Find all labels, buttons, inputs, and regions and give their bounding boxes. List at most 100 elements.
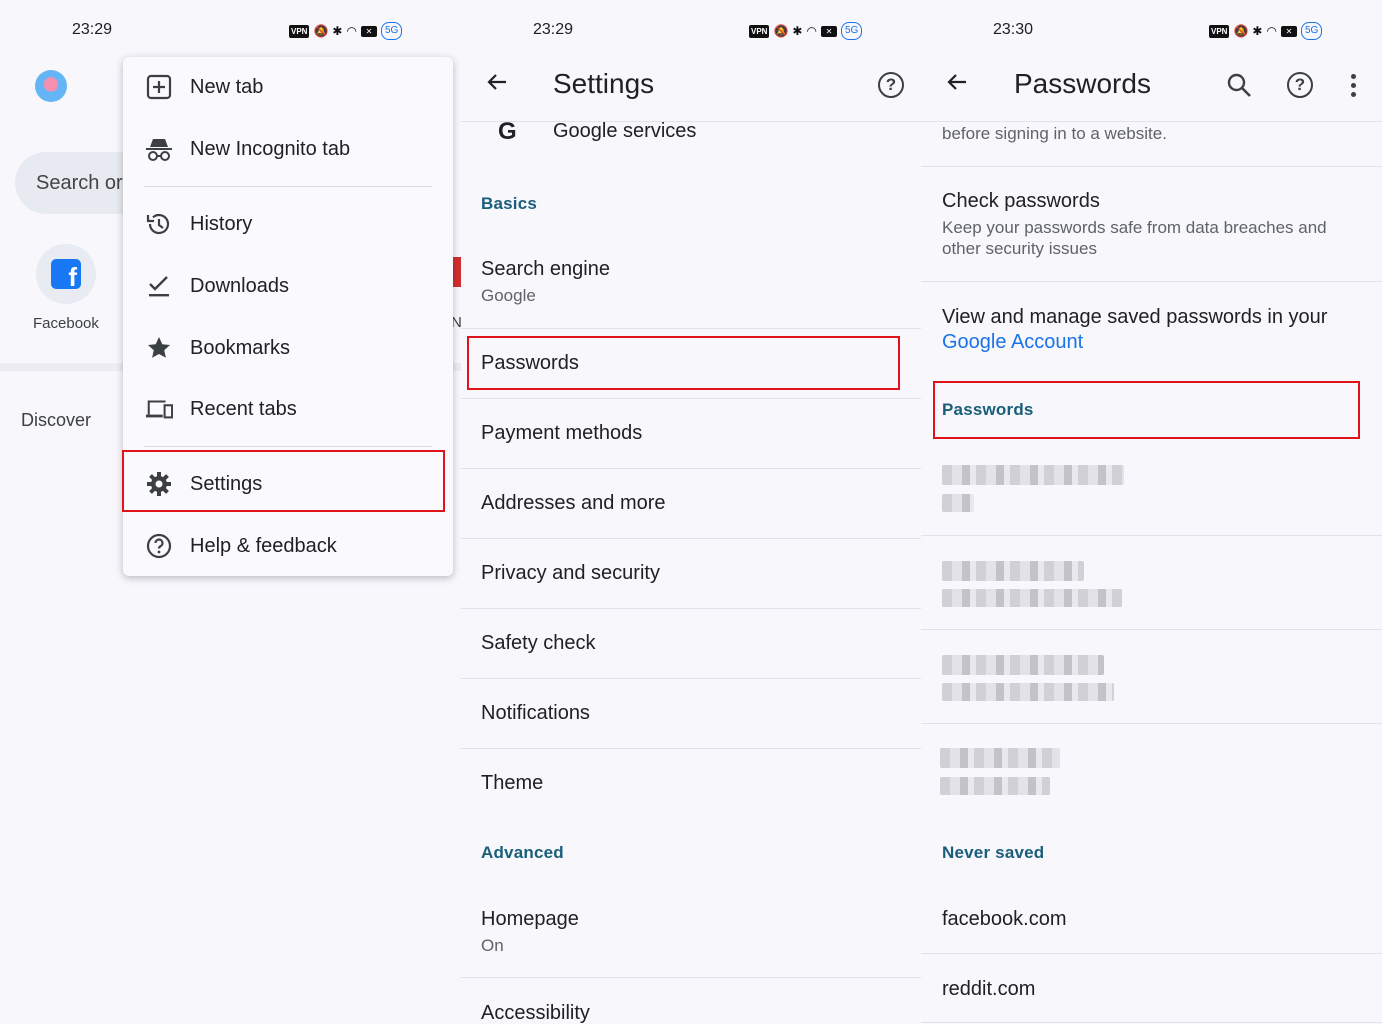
menu-label: New tab <box>190 75 264 98</box>
row-divider <box>921 535 1382 536</box>
bluetooth-icon: ✱ <box>792 24 803 38</box>
row-divider <box>461 468 921 469</box>
blurred-site <box>942 561 1084 581</box>
menu-item-recent-tabs[interactable]: Recent tabs <box>123 381 453 437</box>
row-divider <box>461 608 921 609</box>
passwords-panel: 23:30 VPN 🔕 ✱ ◠ ✕ 5G Passwords ? before … <box>921 0 1382 1024</box>
help-icon[interactable]: ? <box>1287 72 1313 98</box>
blurred-username <box>942 494 974 512</box>
menu-label: Help & feedback <box>190 534 337 557</box>
search-engine-title: Search engine <box>481 258 610 280</box>
back-arrow-icon[interactable] <box>485 70 509 94</box>
row-divider <box>921 166 1382 167</box>
wifi-icon: ◠ <box>346 24 357 38</box>
menu-item-bookmarks[interactable]: Bookmarks <box>123 320 453 376</box>
privacy-security-label: Privacy and security <box>481 562 660 584</box>
menu-label: Recent tabs <box>190 397 297 420</box>
status-time: 23:29 <box>72 21 113 38</box>
passwords-label: Passwords <box>481 352 579 374</box>
notifications-label: Notifications <box>481 702 590 724</box>
google-services-label: Google services <box>553 120 697 142</box>
section-never-saved: Never saved <box>942 843 1045 862</box>
overflow-menu: New tab New Incognito tab History Downlo… <box>123 57 453 576</box>
menu-item-downloads[interactable]: Downloads <box>123 258 453 314</box>
row-divider <box>921 1022 1382 1023</box>
homepage-value: On <box>481 936 504 955</box>
section-passwords: Passwords <box>942 400 1034 419</box>
bluetooth-icon: ✱ <box>332 24 343 38</box>
menu-item-help-feedback[interactable]: Help & feedback <box>123 518 453 574</box>
check-passwords-desc: Keep your passwords safe from data breac… <box>942 218 1327 237</box>
theme-label: Theme <box>481 772 544 794</box>
passwords-app-bar: Passwords ? <box>921 60 1382 122</box>
row-divider <box>921 629 1382 630</box>
discover-label: Discover <box>21 410 92 430</box>
menu-item-settings[interactable]: Settings <box>123 456 453 512</box>
menu-item-new-incognito-tab[interactable]: New Incognito tab <box>123 121 453 177</box>
blurred-username <box>940 777 1050 795</box>
help-icon[interactable]: ? <box>878 72 904 98</box>
check-passwords-desc: other security issues <box>942 239 1097 258</box>
section-basics: Basics <box>481 194 538 213</box>
vpn-icon: VPN <box>1209 24 1230 38</box>
history-icon <box>145 210 173 238</box>
menu-label: Bookmarks <box>190 336 291 359</box>
gear-icon <box>145 470 173 498</box>
check-passwords-title: Check passwords <box>942 190 1100 212</box>
battery-icon: ✕ <box>1280 25 1297 37</box>
status-icons: VPN 🔕 ✱ ◠ ✕ 5G <box>749 22 863 40</box>
help-icon <box>145 532 173 560</box>
settings-app-bar: Settings ? <box>461 60 921 122</box>
facebook-icon: f <box>51 259 81 289</box>
mute-icon: 🔕 <box>773 24 789 38</box>
blurred-site <box>940 748 1060 768</box>
status-icons: VPN 🔕 ✱ ◠ ✕ 5G <box>289 22 403 40</box>
row-divider <box>461 538 921 539</box>
menu-item-history[interactable]: History <box>123 196 453 252</box>
more-vert-icon[interactable] <box>1351 74 1357 101</box>
partial-shortcut-icon <box>452 257 461 287</box>
back-arrow-icon[interactable] <box>945 70 969 94</box>
page-title: Passwords <box>1014 68 1151 99</box>
menu-label: Downloads <box>190 274 289 297</box>
search-icon[interactable] <box>1226 72 1252 98</box>
browser-home-panel: 23:29 VPN 🔕 ✱ ◠ ✕ 5G Search or f Faceboo… <box>0 0 461 1024</box>
google-account-link[interactable]: Google Account <box>942 331 1083 354</box>
download-check-icon <box>145 272 173 300</box>
search-placeholder: Search or <box>36 172 123 194</box>
row-divider <box>461 328 921 329</box>
blurred-site <box>942 655 1104 675</box>
menu-item-new-tab[interactable]: New tab <box>123 59 453 115</box>
homepage-title: Homepage <box>481 908 579 930</box>
incognito-icon <box>145 135 173 163</box>
blurred-site <box>942 465 1124 485</box>
menu-label: History <box>190 212 253 235</box>
bluetooth-icon: ✱ <box>1252 24 1263 38</box>
menu-label: Settings <box>190 472 263 495</box>
never-saved-site: facebook.com <box>942 908 1067 930</box>
page-title: Settings <box>553 68 655 99</box>
status-bar: 23:30 VPN 🔕 ✱ ◠ ✕ 5G <box>921 0 1382 60</box>
mute-icon: 🔕 <box>1233 24 1249 38</box>
status-bar: 23:29 VPN 🔕 ✱ ◠ ✕ 5G <box>461 0 921 60</box>
status-time: 23:29 <box>533 21 574 38</box>
row-divider <box>461 398 921 399</box>
never-saved-site: reddit.com <box>942 978 1036 1000</box>
status-icons: VPN 🔕 ✱ ◠ ✕ 5G <box>1209 22 1323 40</box>
facebook-shortcut[interactable]: f <box>36 244 96 304</box>
addresses-label: Addresses and more <box>481 492 666 514</box>
mute-icon: 🔕 <box>313 24 329 38</box>
menu-divider <box>144 446 432 447</box>
safety-check-label: Safety check <box>481 632 596 654</box>
cloud-icon: 5G <box>1300 22 1323 40</box>
profile-avatar[interactable] <box>35 70 67 102</box>
menu-divider <box>144 186 432 187</box>
star-icon <box>145 334 173 362</box>
search-engine-value: Google <box>481 286 536 305</box>
row-divider <box>461 678 921 679</box>
new-tab-icon <box>145 73 173 101</box>
google-g-icon: G <box>498 118 517 145</box>
battery-icon: ✕ <box>820 25 837 37</box>
offer-save-description: before signing in to a website. <box>942 124 1167 143</box>
cloud-icon: 5G <box>840 22 863 40</box>
